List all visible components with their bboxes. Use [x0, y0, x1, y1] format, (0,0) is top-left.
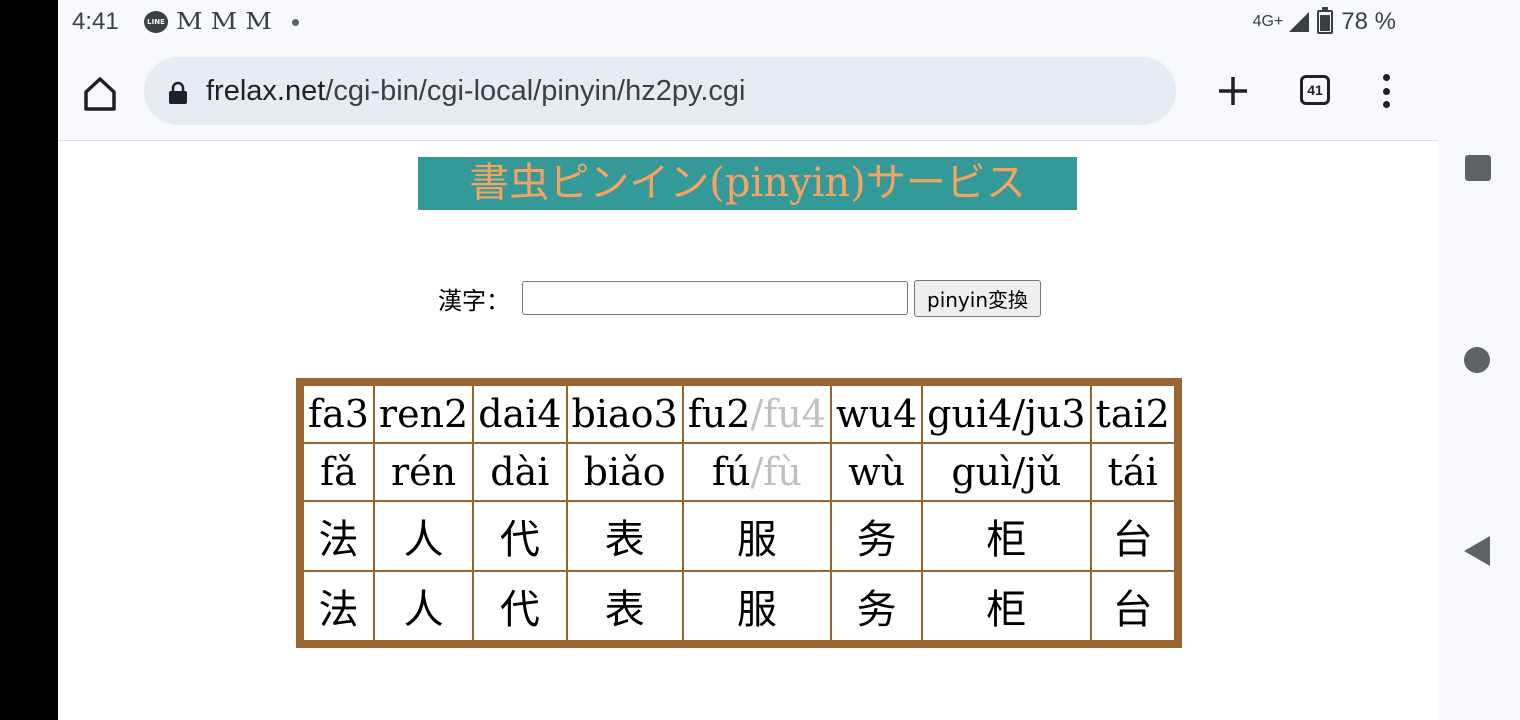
tab-switcher-button[interactable]: 41: [1300, 75, 1330, 105]
android-nav-bar: [1438, 0, 1520, 720]
table-cell: 柜: [922, 501, 1091, 571]
reading-main: rén: [390, 450, 457, 494]
network-type: 4G+: [1252, 13, 1284, 30]
reading-main: guì/jǔ: [951, 450, 1062, 494]
table-cell: 表: [566, 501, 683, 571]
line-icon: LINE: [144, 11, 168, 33]
table-cell: 人: [373, 571, 474, 641]
reading-main: fú: [711, 450, 751, 494]
page-title-banner: 書虫ピンイン(pinyin)サービス: [418, 157, 1077, 210]
battery-percent: 78 %: [1341, 8, 1396, 35]
reading-main: fu2: [687, 392, 751, 436]
pinyin-convert-button[interactable]: pinyin変換: [914, 279, 1041, 317]
url-path: /cgi-bin/cgi-local/pinyin/hz2py.cgi: [325, 75, 746, 107]
table-cell: wù: [830, 443, 923, 501]
table-cell: 务: [830, 571, 923, 641]
hanzi-row: 法人代表服务柜台: [303, 501, 1175, 571]
reading-main: wu4: [835, 392, 918, 436]
mcdonalds-icon: M: [245, 8, 272, 36]
reading-alternate: /fu4: [750, 392, 826, 436]
notification-icons: LINE M M M: [144, 9, 299, 35]
table-cell: 务: [830, 501, 923, 571]
browser-toolbar: frelax.net/cgi-bin/cgi-local/pinyin/hz2p…: [58, 44, 1438, 141]
table-cell: 代: [473, 571, 567, 641]
kanji-input[interactable]: [522, 281, 908, 315]
table-cell: ren2: [373, 385, 474, 443]
reading-main: fa3: [308, 392, 369, 436]
menu-dot-icon: [1382, 74, 1390, 81]
pinyin-result-table: fa3 ren2 dai4 biao3 fu2/fu4 wu4 gui4/ju3 tai2 fǎ…: [296, 378, 1182, 648]
battery-icon: [1317, 7, 1334, 34]
table-cell: fǎ: [303, 443, 374, 501]
address-bar[interactable]: frelax.net/cgi-bin/cgi-local/pinyin/hz2p…: [144, 57, 1176, 125]
plus-icon: [1219, 77, 1247, 105]
reading-main: fǎ: [320, 450, 357, 494]
table-cell: dài: [473, 443, 567, 501]
table-cell: wu4: [830, 385, 923, 443]
home-nav-button[interactable]: [1464, 347, 1490, 373]
table-cell: 人: [373, 501, 474, 571]
table-cell: tái: [1090, 443, 1175, 501]
result-table-body: fa3 ren2 dai4 biao3 fu2/fu4 wu4 gui4/ju3 tai2 fǎ…: [303, 385, 1175, 641]
reading-main: tai2: [1095, 392, 1170, 436]
back-button[interactable]: [1464, 536, 1490, 566]
battery-level-fill: [1320, 15, 1331, 31]
status-bar: 4:41 LINE M M M 4G+ 78 %: [58, 0, 1438, 44]
lock-icon[interactable]: [168, 81, 188, 105]
signal-icon: [1289, 12, 1310, 32]
more-menu-button[interactable]: [1376, 74, 1396, 108]
menu-dot-icon: [1382, 101, 1390, 108]
reading-main: wù: [848, 450, 906, 494]
table-cell: dai4: [473, 385, 567, 443]
reading-main: dai4: [478, 392, 562, 436]
reading-alternate: /fù: [750, 450, 802, 494]
hanzi-row: 法人代表服务柜台: [303, 571, 1175, 641]
reading-main: ren2: [378, 392, 469, 436]
mcdonalds-icon: M: [210, 8, 238, 36]
pinyin-form: 漢字： pinyin変換: [438, 279, 1041, 317]
table-cell: fu2/fu4: [682, 385, 831, 443]
pinyin-numbered-row: fa3 ren2 dai4 biao3 fu2/fu4 wu4 gui4/ju3 tai2: [303, 385, 1175, 443]
dot-icon: [291, 18, 299, 26]
table-cell: biao3: [566, 385, 683, 443]
reading-main: biǎo: [583, 450, 666, 494]
pinyin-toned-row: fǎ rén dài biǎo fú/fù wù guì/jǔ tái: [303, 443, 1175, 501]
table-cell: 代: [473, 501, 567, 571]
table-cell: 服: [682, 571, 831, 641]
reading-main: dài: [490, 450, 550, 494]
recents-button[interactable]: [1465, 155, 1491, 181]
url-text[interactable]: frelax.net/cgi-bin/cgi-local/pinyin/hz2p…: [206, 75, 745, 108]
web-page: 書虫ピンイン(pinyin)サービス 漢字： pinyin変換 fa3 ren2 d…: [58, 141, 1438, 720]
url-host: frelax.net: [206, 75, 326, 107]
table-cell: 法: [303, 501, 374, 571]
table-cell: biǎo: [566, 443, 683, 501]
menu-dot-icon: [1382, 87, 1390, 95]
table-cell: tai2: [1090, 385, 1175, 443]
new-tab-button[interactable]: [1216, 74, 1250, 108]
table-cell: fú/fù: [682, 443, 831, 501]
status-right: 4G+ 78 %: [1252, 7, 1396, 36]
table-cell: rén: [373, 443, 474, 501]
table-cell: 法: [303, 571, 374, 641]
table-cell: 台: [1090, 501, 1175, 571]
mcdonalds-icon: M: [176, 8, 203, 36]
table-cell: 台: [1090, 571, 1175, 641]
browser-screen: 4:41 LINE M M M 4G+ 78 % frelax.net/cgi-: [58, 0, 1438, 720]
table-cell: gui4/ju3: [922, 385, 1091, 443]
status-time: 4:41: [72, 8, 119, 35]
reading-main: biao3: [571, 392, 678, 436]
table-cell: fa3: [303, 385, 374, 443]
reading-main: gui4/ju3: [927, 392, 1086, 436]
table-cell: guì/jǔ: [922, 443, 1091, 501]
kanji-label: 漢字：: [438, 286, 510, 315]
home-icon: [84, 77, 116, 111]
home-button[interactable]: [80, 74, 120, 114]
reading-main: tái: [1107, 450, 1158, 494]
table-cell: 柜: [922, 571, 1091, 641]
table-cell: 服: [682, 501, 831, 571]
table-cell: 表: [566, 571, 683, 641]
